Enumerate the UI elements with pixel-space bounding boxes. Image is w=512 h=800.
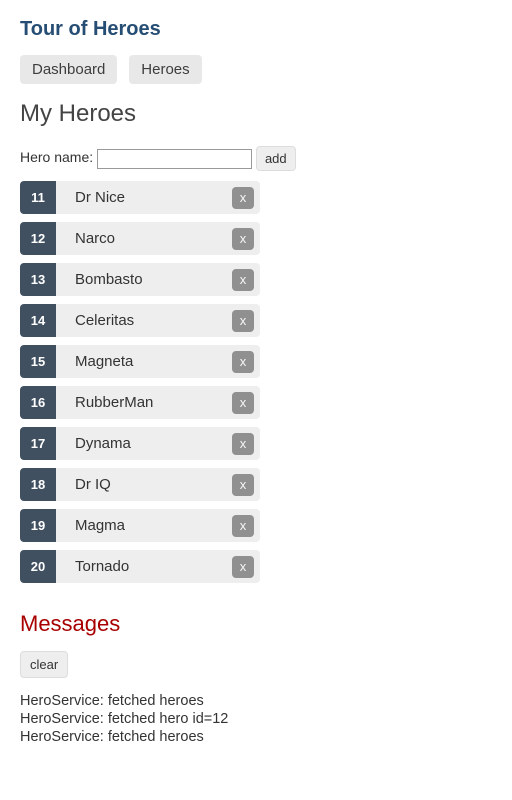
hero-name: Dynama (75, 435, 131, 452)
add-hero-row: Hero name: add (20, 146, 492, 171)
delete-hero-button[interactable]: x (232, 187, 254, 209)
delete-hero-button[interactable]: x (232, 310, 254, 332)
message-line: HeroService: fetched hero id=12 (20, 710, 492, 728)
hero-id-badge: 17 (20, 427, 56, 460)
hero-name-label: Hero name: (20, 149, 93, 165)
hero-id-badge: 15 (20, 345, 56, 378)
hero-name: Magma (75, 517, 125, 534)
hero-list: 11 Dr Nice x 12 Narco x 13 Bombasto x 14 Celeritas… (20, 181, 260, 583)
messages-log: HeroService: fetched heroesHeroService: … (20, 692, 492, 746)
nav-heroes[interactable]: Heroes (129, 55, 201, 84)
hero-list-item: 19 Magma x (20, 509, 260, 542)
hero-link[interactable]: 14 Celeritas (20, 304, 260, 337)
hero-name: RubberMan (75, 394, 153, 411)
hero-name-input[interactable] (97, 149, 252, 169)
hero-link[interactable]: 16 RubberMan (20, 386, 260, 419)
hero-list-item: 17 Dynama x (20, 427, 260, 460)
delete-hero-button[interactable]: x (232, 433, 254, 455)
hero-id-badge: 16 (20, 386, 56, 419)
hero-name: Celeritas (75, 312, 134, 329)
hero-link[interactable]: 13 Bombasto (20, 263, 260, 296)
delete-hero-button[interactable]: x (232, 556, 254, 578)
delete-hero-button[interactable]: x (232, 474, 254, 496)
hero-name: Bombasto (75, 271, 143, 288)
delete-hero-button[interactable]: x (232, 228, 254, 250)
nav-dashboard[interactable]: Dashboard (20, 55, 117, 84)
heroes-heading: My Heroes (20, 100, 492, 128)
add-hero-button[interactable]: add (256, 146, 296, 171)
hero-name: Narco (75, 230, 115, 247)
hero-link[interactable]: 11 Dr Nice (20, 181, 260, 214)
hero-link[interactable]: 18 Dr IQ (20, 468, 260, 501)
hero-link[interactable]: 17 Dynama (20, 427, 260, 460)
delete-hero-button[interactable]: x (232, 351, 254, 373)
hero-name: Tornado (75, 558, 129, 575)
hero-list-item: 11 Dr Nice x (20, 181, 260, 214)
hero-list-item: 14 Celeritas x (20, 304, 260, 337)
hero-id-badge: 12 (20, 222, 56, 255)
hero-list-item: 13 Bombasto x (20, 263, 260, 296)
hero-list-item: 18 Dr IQ x (20, 468, 260, 501)
hero-name: Dr Nice (75, 189, 125, 206)
hero-id-badge: 14 (20, 304, 56, 337)
hero-id-badge: 18 (20, 468, 56, 501)
hero-id-badge: 19 (20, 509, 56, 542)
hero-list-item: 15 Magneta x (20, 345, 260, 378)
delete-hero-button[interactable]: x (232, 392, 254, 414)
hero-name: Magneta (75, 353, 133, 370)
main-nav: Dashboard Heroes (20, 55, 492, 84)
clear-messages-button[interactable]: clear (20, 651, 68, 678)
hero-link[interactable]: 15 Magneta (20, 345, 260, 378)
hero-list-item: 12 Narco x (20, 222, 260, 255)
hero-name: Dr IQ (75, 476, 111, 493)
message-line: HeroService: fetched heroes (20, 692, 492, 710)
hero-link[interactable]: 19 Magma (20, 509, 260, 542)
hero-list-item: 20 Tornado x (20, 550, 260, 583)
delete-hero-button[interactable]: x (232, 269, 254, 291)
hero-id-badge: 13 (20, 263, 56, 296)
hero-link[interactable]: 20 Tornado (20, 550, 260, 583)
hero-link[interactable]: 12 Narco (20, 222, 260, 255)
hero-list-item: 16 RubberMan x (20, 386, 260, 419)
hero-id-badge: 11 (20, 181, 56, 214)
message-line: HeroService: fetched heroes (20, 728, 492, 746)
messages-heading: Messages (20, 611, 492, 637)
app-title: Tour of Heroes (20, 18, 492, 41)
hero-id-badge: 20 (20, 550, 56, 583)
delete-hero-button[interactable]: x (232, 515, 254, 537)
